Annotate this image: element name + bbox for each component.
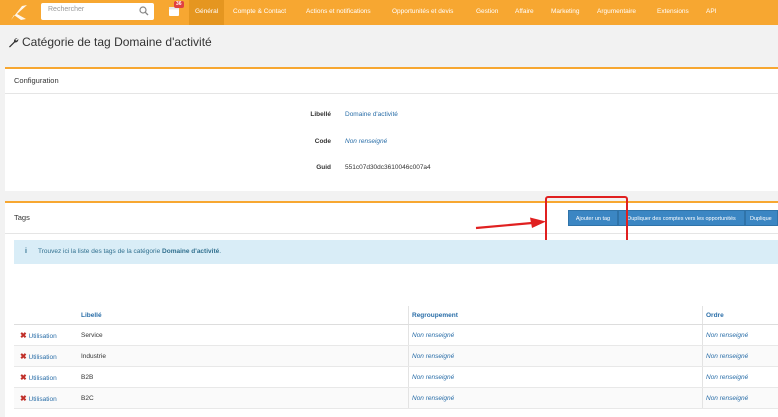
tag-group[interactable]: Non renseigné — [409, 367, 703, 388]
field-value-code[interactable]: Non renseigné — [345, 138, 387, 145]
nav-general[interactable]: Général — [189, 0, 224, 25]
table-header-row: Libellé Regroupement Ordre — [14, 306, 778, 325]
usage-link[interactable]: Utilisation — [29, 375, 57, 382]
nav-extensions[interactable]: Extensions — [657, 0, 689, 25]
usage-link[interactable]: Utilisation — [29, 333, 57, 340]
nav-actions-notifications[interactable]: Actions et notifications — [306, 0, 371, 25]
column-header-regroupement[interactable]: Regroupement — [409, 306, 703, 325]
field-value-libelle[interactable]: Domaine d'activité — [345, 111, 398, 118]
tag-label: B2C — [81, 388, 409, 409]
table-row: ✖ Utilisation Industrie Non renseigné No… — [14, 346, 778, 367]
delete-x-icon[interactable]: ✖ — [14, 331, 27, 340]
tag-group[interactable]: Non renseigné — [409, 325, 703, 346]
field-label-guid: Guid — [271, 164, 331, 171]
search-icon[interactable] — [139, 6, 149, 16]
info-category: Domaine d'activité — [162, 248, 219, 255]
notification-badge: 36 — [174, 1, 184, 8]
search-box[interactable]: Rechercher — [41, 3, 154, 20]
tag-label: B2B — [81, 367, 409, 388]
annotation-arrow-icon — [474, 217, 548, 233]
duplicate-accounts-to-opportunities-button[interactable]: Dupliquer des comptes vers les opportuni… — [618, 210, 745, 226]
page-title: Catégorie de tag Domaine d'activité — [22, 35, 212, 49]
duplicate-button[interactable]: Duplique — [745, 210, 778, 226]
nav-api[interactable]: API — [706, 0, 716, 25]
tag-label: Industrie — [81, 346, 409, 367]
tag-group[interactable]: Non renseigné — [409, 346, 703, 367]
tag-order[interactable]: Non renseigné — [703, 346, 778, 367]
info-icon: i — [25, 240, 27, 264]
nav-gestion[interactable]: Gestion — [476, 0, 498, 25]
k-logo-icon[interactable] — [8, 2, 30, 22]
table-row: ✖ Utilisation Service Non renseigné Non … — [14, 325, 778, 346]
usage-link[interactable]: Utilisation — [29, 354, 57, 361]
field-label-code: Code — [271, 138, 331, 145]
tag-order[interactable]: Non renseigné — [703, 367, 778, 388]
tag-order[interactable]: Non renseigné — [703, 325, 778, 346]
nav-compte-contact[interactable]: Compte & Contact — [233, 0, 286, 25]
column-header-libelle[interactable]: Libellé — [81, 306, 409, 325]
tag-group[interactable]: Non renseigné — [409, 388, 703, 409]
usage-link[interactable]: Utilisation — [29, 396, 57, 403]
table-row: ✖ Utilisation B2C Non renseigné Non rens… — [14, 388, 778, 409]
configuration-header: Configuration — [5, 69, 778, 94]
nav-affaire[interactable]: Affaire — [515, 0, 534, 25]
field-value-guid: 551c07d30dc3610046c007a4 — [345, 164, 431, 171]
info-message: i Trouvez ici la liste des tags de la ca… — [14, 240, 778, 264]
info-text: Trouvez ici la liste des tags de la caté… — [38, 240, 221, 264]
delete-x-icon[interactable]: ✖ — [14, 352, 27, 361]
search-input[interactable]: Rechercher — [48, 6, 84, 13]
nav-opportunites-devis[interactable]: Opportunités et devis — [392, 0, 453, 25]
nav-marketing[interactable]: Marketing — [551, 0, 580, 25]
field-label-libelle: Libellé — [271, 111, 331, 118]
delete-x-icon[interactable]: ✖ — [14, 373, 27, 382]
annotation-highlight-box — [545, 196, 628, 243]
wrench-icon — [8, 37, 19, 48]
configuration-panel: Configuration Libellé Domaine d'activité… — [5, 67, 778, 191]
nav-argumentaire[interactable]: Argumentaire — [597, 0, 636, 25]
tags-table: Libellé Regroupement Ordre ✖ Utilisation… — [14, 306, 778, 409]
tag-label: Service — [81, 325, 409, 346]
top-navigation-bar: Rechercher 36 Général Compte & Contact A… — [0, 0, 778, 25]
delete-x-icon[interactable]: ✖ — [14, 394, 27, 403]
column-header-ordre[interactable]: Ordre — [703, 306, 778, 325]
tag-order[interactable]: Non renseigné — [703, 388, 778, 409]
table-row: ✖ Utilisation B2B Non renseigné Non rens… — [14, 367, 778, 388]
